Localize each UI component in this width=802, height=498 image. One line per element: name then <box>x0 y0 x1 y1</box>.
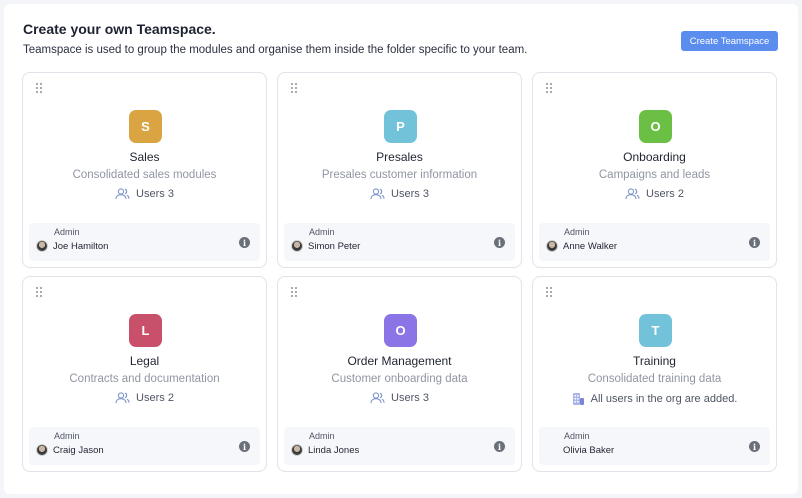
teamspace-letter: S <box>141 119 150 134</box>
teamspace-avatar: T <box>639 314 672 347</box>
users-icon <box>370 392 385 404</box>
teamspace-letter: P <box>396 119 405 134</box>
teamspace-users-label: All users in the org are added. <box>590 393 738 405</box>
admin-name: Craig Jason <box>53 444 104 456</box>
teamspace-users: Users 3 <box>23 188 266 200</box>
teamspace-description: Contracts and documentation <box>69 373 220 385</box>
admin-label: Admin <box>54 431 80 441</box>
admin-footer: Admin Linda Jones i <box>284 427 515 465</box>
admin-name: Linda Jones <box>308 444 360 456</box>
teamspace-name: Legal <box>129 354 160 368</box>
users-icon <box>115 188 130 200</box>
teamspace-users: Users 2 <box>23 392 266 404</box>
teamspace-users-label: Users 2 <box>646 188 684 200</box>
info-icon[interactable]: i <box>494 441 505 452</box>
admin-name: Simon Peter <box>308 240 361 252</box>
teamspace-letter: L <box>141 323 150 338</box>
teamspace-name: Onboarding <box>623 150 686 164</box>
admin-footer: Admin Joe Hamilton i <box>29 223 260 261</box>
teamspace-name: Sales <box>129 150 160 164</box>
teamspace-letter: O <box>395 323 406 338</box>
drag-handle-icon[interactable] <box>36 83 42 93</box>
admin-avatar <box>291 240 303 252</box>
teamspace-name: Presales <box>376 150 423 164</box>
teamspace-avatar: P <box>384 110 417 143</box>
drag-handle-icon[interactable] <box>546 287 552 297</box>
teamspace-users: Users 3 <box>278 188 521 200</box>
admin-label: Admin <box>564 227 590 237</box>
teamspace-card-sales[interactable]: S Sales Consolidated sales modules Users… <box>22 72 267 268</box>
admin-row: Anne Walker <box>546 240 617 252</box>
users-icon <box>370 188 385 200</box>
info-icon[interactable]: i <box>239 441 250 452</box>
info-icon[interactable]: i <box>749 237 760 248</box>
org-building-icon <box>572 392 585 406</box>
drag-handle-icon[interactable] <box>546 83 552 93</box>
teamspace-name: Training <box>633 354 676 368</box>
admin-footer: Admin Simon Peter i <box>284 223 515 261</box>
admin-name: Joe Hamilton <box>53 240 109 252</box>
drag-handle-icon[interactable] <box>36 287 42 297</box>
admin-avatar <box>291 444 303 456</box>
teamspace-letter: O <box>650 119 661 134</box>
page-subtitle: Teamspace is used to group the modules a… <box>23 44 528 56</box>
teamspace-avatar: S <box>129 110 162 143</box>
create-teamspace-button[interactable]: Create Teamspace <box>681 31 778 51</box>
admin-label: Admin <box>309 227 335 237</box>
admin-avatar <box>546 444 558 456</box>
teamspace-users: All users in the org are added. <box>533 392 776 406</box>
teamspace-grid: S Sales Consolidated sales modules Users… <box>22 72 777 472</box>
admin-label: Admin <box>309 431 335 441</box>
teamspace-users-label: Users 3 <box>391 392 429 404</box>
teamspace-name: Order Management <box>347 354 452 368</box>
admin-row: Simon Peter <box>291 240 360 252</box>
admin-avatar <box>36 240 48 252</box>
users-icon <box>115 392 130 404</box>
drag-handle-icon[interactable] <box>291 83 297 93</box>
info-icon[interactable]: i <box>749 441 760 452</box>
teamspace-description: Customer onboarding data <box>331 373 468 385</box>
admin-avatar <box>36 444 48 456</box>
teamspace-users-label: Users 3 <box>136 188 174 200</box>
admin-row: Craig Jason <box>36 444 104 456</box>
admin-footer: Admin Anne Walker i <box>539 223 770 261</box>
teamspace-card-onboarding[interactable]: O Onboarding Campaigns and leads Users 2… <box>532 72 777 268</box>
page-title: Create your own Teamspace. <box>23 21 216 37</box>
teamspace-card-order-management[interactable]: O Order Management Customer onboarding d… <box>277 276 522 472</box>
admin-name: Anne Walker <box>563 240 618 252</box>
teamspace-avatar: O <box>384 314 417 347</box>
admin-row: Olivia Baker <box>546 444 614 456</box>
admin-name: Olivia Baker <box>563 444 615 456</box>
teamspace-letter: T <box>651 323 660 338</box>
info-icon[interactable]: i <box>494 237 505 248</box>
teamspace-card-legal[interactable]: L Legal Contracts and documentation User… <box>22 276 267 472</box>
users-icon <box>625 188 640 200</box>
teamspace-users-label: Users 2 <box>136 392 174 404</box>
teamspace-users-label: Users 3 <box>391 188 429 200</box>
admin-label: Admin <box>564 431 590 441</box>
info-icon[interactable]: i <box>239 237 250 248</box>
admin-row: Linda Jones <box>291 444 359 456</box>
teamspace-users: Users 3 <box>278 392 521 404</box>
admin-row: Joe Hamilton <box>36 240 108 252</box>
teamspace-avatar: L <box>129 314 162 347</box>
teamspace-description: Presales customer information <box>321 169 478 181</box>
teamspace-description: Consolidated training data <box>587 373 722 385</box>
admin-footer: Admin Olivia Baker i <box>539 427 770 465</box>
teamspace-description: Campaigns and leads <box>598 169 711 181</box>
drag-handle-icon[interactable] <box>291 287 297 297</box>
teamspace-panel: Create your own Teamspace. Teamspace is … <box>4 4 798 494</box>
teamspace-card-training[interactable]: T Training Consolidated training data Al… <box>532 276 777 472</box>
admin-label: Admin <box>54 227 80 237</box>
teamspace-description: Consolidated sales modules <box>72 169 217 181</box>
teamspace-card-presales[interactable]: P Presales Presales customer information… <box>277 72 522 268</box>
teamspace-avatar: O <box>639 110 672 143</box>
admin-avatar <box>546 240 558 252</box>
teamspace-users: Users 2 <box>533 188 776 200</box>
admin-footer: Admin Craig Jason i <box>29 427 260 465</box>
